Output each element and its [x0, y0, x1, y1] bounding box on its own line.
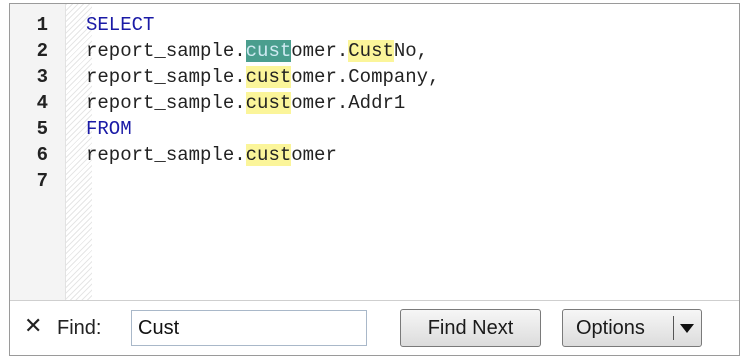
code-line[interactable]: 2 report_sample.customer.CustNo,	[10, 38, 739, 64]
sql-editor-panel: 1 SELECT 2 report_sample.customer.CustNo, 3 r…	[9, 3, 740, 356]
code-token: report_sample.	[86, 66, 246, 88]
search-match: cust	[245, 92, 292, 114]
code-text: report_sample.customer	[86, 142, 337, 168]
sql-keyword: FROM	[86, 118, 132, 140]
code-text: report_sample.customer.Addr1	[86, 90, 405, 116]
code-token: omer.	[291, 40, 349, 62]
search-match: cust	[245, 66, 292, 88]
code-token: report_sample.	[86, 144, 246, 166]
find-input[interactable]	[131, 310, 367, 346]
line-number: 4	[36, 92, 48, 114]
options-separator	[673, 316, 674, 340]
code-token: report_sample.	[86, 40, 246, 62]
line-number: 2	[36, 40, 48, 62]
line-number: 1	[36, 14, 48, 36]
code-text: FROM	[86, 116, 132, 142]
close-icon[interactable]: ✕	[24, 314, 42, 340]
code-token: omer.Addr1	[291, 92, 406, 114]
code-line[interactable]: 5 FROM	[10, 116, 739, 142]
code-text: report_sample.customer.Company,	[86, 64, 439, 90]
code-line[interactable]: 3 report_sample.customer.Company,	[10, 64, 739, 90]
sql-keyword: SELECT	[86, 14, 155, 36]
code-token: No,	[393, 40, 429, 62]
line-number: 5	[36, 118, 48, 140]
options-button[interactable]: Options	[562, 309, 702, 347]
code-token: omer	[291, 144, 337, 166]
code-text: report_sample.customer.CustNo,	[86, 38, 428, 64]
code-line[interactable]: 4 report_sample.customer.Addr1	[10, 90, 739, 116]
current-search-match: cust	[245, 40, 292, 62]
code-token: omer.Company,	[291, 66, 440, 88]
line-number: 3	[36, 66, 48, 88]
find-bar: ✕ Find: Find Next Options	[10, 300, 739, 355]
code-text: SELECT	[86, 12, 154, 38]
code-line[interactable]: 1 SELECT	[10, 12, 739, 38]
code-area[interactable]: 1 SELECT 2 report_sample.customer.CustNo, 3 r…	[10, 12, 739, 194]
options-label: Options	[576, 316, 645, 339]
code-line[interactable]: 6 report_sample.customer	[10, 142, 739, 168]
search-match: Cust	[348, 40, 394, 62]
find-next-label: Find Next	[427, 316, 514, 339]
code-line[interactable]: 7	[10, 168, 739, 194]
chevron-down-icon[interactable]	[680, 324, 694, 333]
find-next-button[interactable]: Find Next	[400, 309, 541, 347]
search-match: cust	[245, 144, 292, 166]
line-number: 6	[36, 144, 48, 166]
code-token: report_sample.	[86, 92, 246, 114]
line-number: 7	[36, 170, 48, 192]
find-label: Find:	[57, 317, 102, 339]
